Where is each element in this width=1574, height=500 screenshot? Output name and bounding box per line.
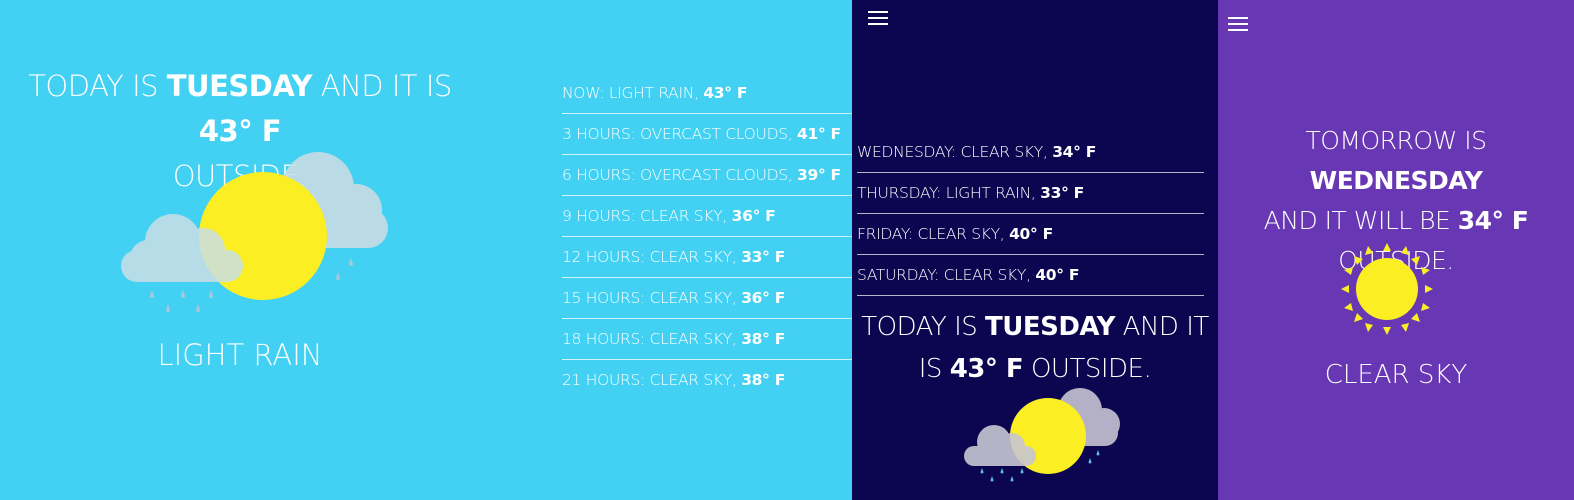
hourly-item: 12 hours: clear sky, 33° F [562, 237, 852, 278]
daily-item: Friday: clear sky, 40° F [857, 214, 1204, 255]
daily-item: Wednesday: clear sky, 34° F [857, 132, 1204, 173]
hourly-forecast-list: Now: light rain, 43° F 3 hours: overcast… [562, 73, 852, 400]
sun-icon [1341, 243, 1433, 335]
daily-forecast-list: Wednesday: clear sky, 34° F Thursday: li… [857, 132, 1204, 296]
mobile-tomorrow-panel: Tomorrow is Wednesday and it will be 34°… [1218, 0, 1574, 500]
headline-temp: 43° F [198, 114, 282, 148]
hamburger-menu-icon[interactable] [868, 11, 888, 25]
desktop-weather-panel: Today is Tuesday and it is 43° F outside… [0, 0, 852, 500]
hourly-item: 6 hours: overcast clouds, 39° F [562, 155, 852, 196]
hourly-item: 15 hours: clear sky, 36° F [562, 278, 852, 319]
tomorrow-condition: Clear sky [1324, 360, 1468, 390]
headline-day: Tuesday [166, 69, 313, 103]
daily-item: Saturday: clear sky, 40° F [857, 255, 1204, 296]
sun-cloud-rain-icon [121, 152, 388, 312]
hourly-item: Now: light rain, 43° F [562, 73, 852, 114]
sun-cloud-rain-icon [964, 388, 1120, 482]
mobile-today-headline: Today is Tuesday and it is 43° F outside… [861, 312, 1209, 384]
hourly-item: 18 hours: clear sky, 38° F [562, 319, 852, 360]
hourly-item: 21 hours: clear sky, 38° F [562, 371, 785, 389]
hourly-item: 3 hours: overcast clouds, 41° F [562, 114, 852, 155]
headline-prefix: Today is [28, 69, 167, 103]
today-condition: Light rain [157, 338, 323, 372]
daily-item: Thursday: light rain, 33° F [857, 173, 1204, 214]
hamburger-menu-icon[interactable] [1228, 17, 1248, 31]
mobile-daily-panel: Wednesday: clear sky, 34° F Thursday: li… [852, 0, 1218, 500]
hourly-item: 9 hours: clear sky, 36° F [562, 196, 852, 237]
headline-middle: and it is [312, 69, 453, 103]
